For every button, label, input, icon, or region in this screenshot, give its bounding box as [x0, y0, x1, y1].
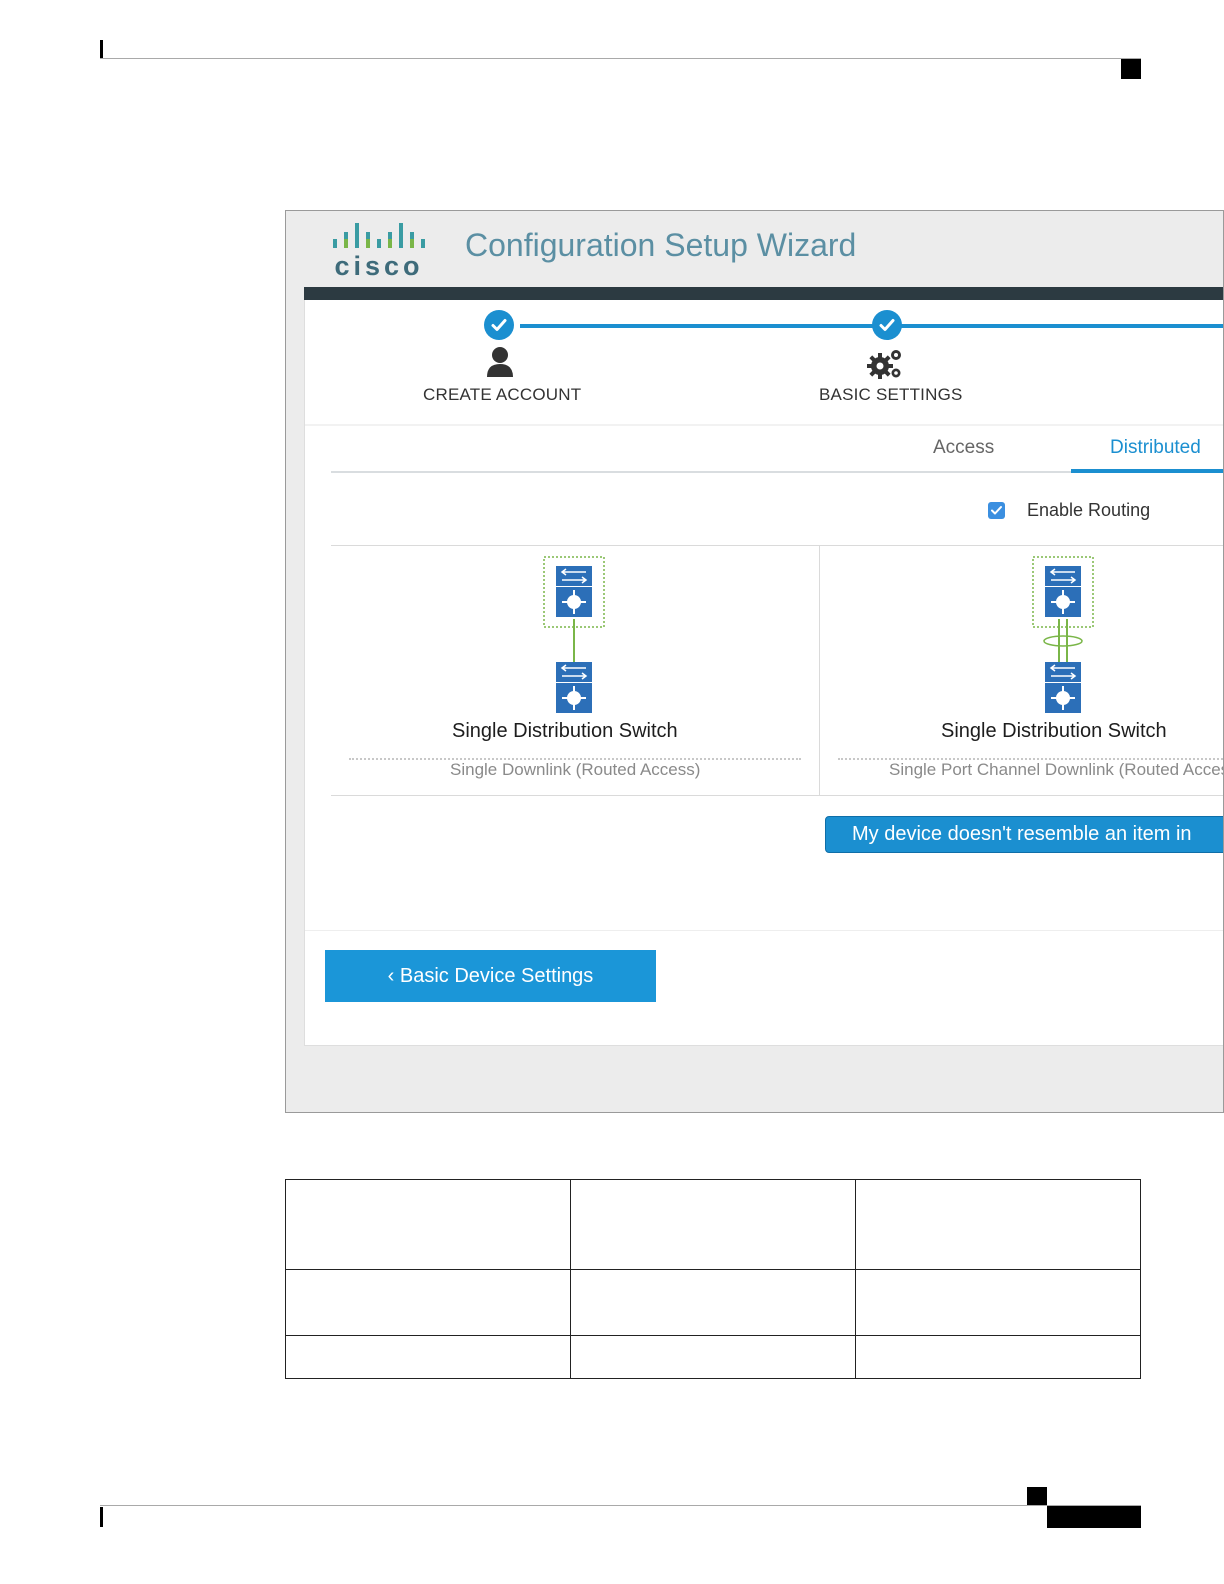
step-basic-settings[interactable]: BASIC SETTINGS [819, 385, 963, 405]
user-icon [487, 347, 513, 377]
header-crop-mark [100, 40, 103, 58]
option-1-subtitle: Single Downlink (Routed Access) [450, 760, 701, 779]
tab-distributed-indicator [1071, 469, 1223, 473]
wizard-screenshot: cisco Configuration Setup Wizard CREATE … [285, 210, 1224, 1113]
back-basic-device-settings-button[interactable]: ‹ Basic Device Settings [325, 950, 656, 1002]
panel-footer-divider [305, 930, 1223, 931]
option-1-title: Single Distribution Switch [452, 720, 678, 742]
chevron-left-icon: ‹ [387, 965, 400, 987]
option-2-title: Single Distribution Switch [941, 720, 1167, 742]
cisco-logo-text: cisco [334, 251, 423, 281]
footer-page-tab [1047, 1506, 1141, 1528]
switch-stack-icon[interactable] [542, 556, 606, 716]
step-basic-settings-check-icon [872, 310, 902, 340]
header-corner-mark [1121, 59, 1141, 79]
table-cell [570, 1179, 856, 1270]
table-cell [285, 1179, 571, 1270]
options-bottom-border [331, 795, 1223, 796]
cisco-logo: cisco [333, 223, 425, 281]
footer-crop-mark [100, 1507, 103, 1527]
step-create-account[interactable]: CREATE ACCOUNT [423, 385, 581, 405]
option-2-subtitle: Single Port Channel Downlink (Routed Acc… [889, 760, 1224, 779]
enable-routing-checkbox[interactable] [988, 502, 1005, 519]
table-cell [855, 1269, 1141, 1336]
switch-portchannel-icon[interactable] [1031, 556, 1095, 716]
steps-divider [305, 424, 1223, 426]
wizard-title: Configuration Setup Wizard [465, 227, 857, 263]
table-cell [285, 1335, 571, 1379]
gears-icon [867, 350, 901, 379]
table-cell [570, 1269, 856, 1336]
wizard-title-bar [304, 287, 1223, 300]
wizard-header: cisco Configuration Setup Wizard [286, 211, 1223, 288]
footer-corner-mark [1027, 1487, 1047, 1505]
step-create-account-check-icon [484, 310, 514, 340]
device-not-listed-button[interactable]: My device doesn't resemble an item in [825, 816, 1223, 853]
footer-rule [100, 1505, 1141, 1506]
wizard-panel: CREATE ACCOUNT BASIC SETTINGS Access Dis… [304, 300, 1224, 1046]
table-cell [855, 1335, 1141, 1379]
options-top-border [331, 545, 1223, 546]
table-cell [855, 1179, 1141, 1270]
header-rule [100, 58, 1141, 59]
table-cell [570, 1335, 856, 1379]
tab-access[interactable]: Access [933, 437, 994, 459]
enable-routing-label: Enable Routing [1027, 500, 1151, 520]
options-divider [819, 545, 820, 795]
back-button-label: Basic Device Settings [399, 965, 594, 987]
document-table [285, 1179, 1141, 1379]
tab-distributed[interactable]: Distributed [1110, 437, 1201, 459]
table-cell [285, 1269, 571, 1336]
